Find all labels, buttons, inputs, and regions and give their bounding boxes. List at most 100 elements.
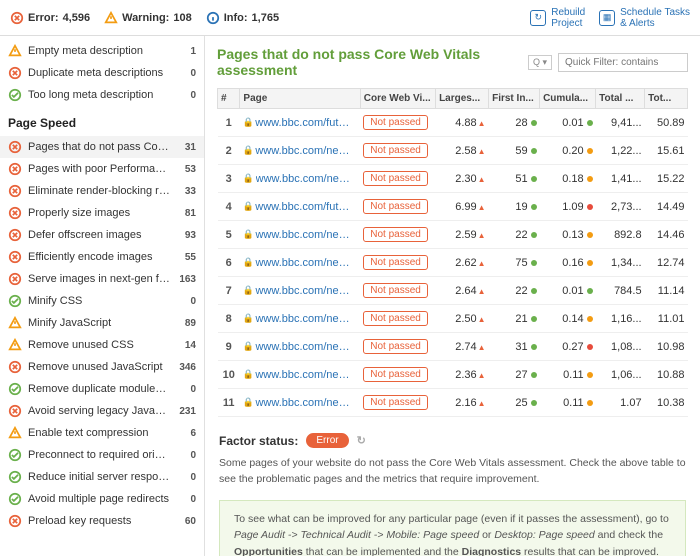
col-header[interactable]: First In... — [489, 89, 540, 109]
url-cell[interactable]: 🔒www.bbc.com/future/b... — [240, 193, 360, 221]
sidebar-item-label: Enable text compression — [28, 427, 170, 439]
sidebar-item[interactable]: Preconnect to required origins0 — [0, 444, 204, 466]
table-row[interactable]: 8 🔒www.bbc.com/news/u... Not passed 2.50… — [218, 305, 688, 333]
row-index: 5 — [218, 221, 240, 249]
url-cell[interactable]: 🔒www.bbc.com/news/u... — [240, 305, 360, 333]
table-row[interactable]: 9 🔒www.bbc.com/news/s... Not passed 2.74… — [218, 333, 688, 361]
col-header[interactable]: Tot... — [645, 89, 688, 109]
cls-cell: 0.01 — [540, 277, 596, 305]
status-dot — [531, 288, 537, 294]
sidebar-item-count: 0 — [176, 296, 196, 307]
sidebar-item[interactable]: Serve images in next-gen forma..163 — [0, 268, 204, 290]
table-row[interactable]: 7 🔒www.bbc.com/news/a... Not passed 2.64… — [218, 277, 688, 305]
sidebar-item[interactable]: Minify CSS0 — [0, 290, 204, 312]
total2-cell: 10.88 — [645, 361, 688, 389]
table-row[interactable]: 4 🔒www.bbc.com/future/b... Not passed 6.… — [218, 193, 688, 221]
table-row[interactable]: 2 🔒www.bbc.com/news/w... Not passed 2.58… — [218, 137, 688, 165]
info-icon — [206, 11, 220, 25]
cwv-cell: Not passed — [360, 221, 435, 249]
url-cell[interactable]: 🔒www.bbc.com/news/s... — [240, 249, 360, 277]
total1-cell: 1,41... — [596, 165, 645, 193]
status-dot — [531, 260, 537, 266]
col-header[interactable]: Total ... — [596, 89, 645, 109]
stat-warning[interactable]: Warning:108 — [104, 11, 192, 25]
sidebar-item[interactable]: Too long meta description0 — [0, 84, 204, 106]
sidebar-item-label: Empty meta description — [28, 45, 170, 57]
quick-filter-input[interactable] — [558, 53, 688, 72]
url-cell[interactable]: 🔒www.bbc.com/news/w... — [240, 361, 360, 389]
lcp-cell: 2.62▲ — [436, 249, 489, 277]
refresh-icon[interactable]: ↻ — [357, 434, 366, 447]
sidebar-item-count: 231 — [176, 406, 196, 417]
row-index: 8 — [218, 305, 240, 333]
warning-icon — [104, 11, 118, 25]
col-header[interactable]: Page — [240, 89, 360, 109]
sidebar-item-count: 0 — [176, 494, 196, 505]
sidebar-item[interactable]: Avoid multiple page redirects0 — [0, 488, 204, 510]
sidebar-item[interactable]: Efficiently encode images55 — [0, 246, 204, 268]
sidebar-item-count: 55 — [176, 252, 196, 263]
col-header[interactable]: Cumula... — [540, 89, 596, 109]
col-header[interactable]: # — [218, 89, 240, 109]
factor-status-heading: Factor status: Error ↻ — [219, 433, 686, 448]
sidebar-item[interactable]: Reduce initial server response time0 — [0, 466, 204, 488]
sidebar-item[interactable]: Empty meta description1 — [0, 40, 204, 62]
status-dot — [531, 232, 537, 238]
table-row[interactable]: 5 🔒www.bbc.com/news/b... Not passed 2.59… — [218, 221, 688, 249]
sidebar-item[interactable]: Remove unused CSS14 — [0, 334, 204, 356]
sidebar-item[interactable]: Eliminate render-blocking resour..33 — [0, 180, 204, 202]
table-row[interactable]: 3 🔒www.bbc.com/news/t... Not passed 2.30… — [218, 165, 688, 193]
stat-error[interactable]: Error:4,596 — [10, 11, 90, 25]
status-dot — [531, 344, 537, 350]
url-cell[interactable]: 🔒www.bbc.com/news/b... — [240, 221, 360, 249]
total1-cell: 1,22... — [596, 137, 645, 165]
cwv-cell: Not passed — [360, 109, 435, 137]
table-row[interactable]: 11 🔒www.bbc.com/news/fi... Not passed 2.… — [218, 389, 688, 417]
sidebar-item[interactable]: Minify JavaScript89 — [0, 312, 204, 334]
stat-info[interactable]: Info:1,765 — [206, 11, 279, 25]
sidebar-item[interactable]: Preload key requests60 — [0, 510, 204, 532]
row-index: 6 — [218, 249, 240, 277]
row-index: 1 — [218, 109, 240, 137]
url-cell[interactable]: 🔒www.bbc.com/future/b... — [240, 109, 360, 137]
sidebar-item[interactable]: Pages with poor Performance Sc..53 — [0, 158, 204, 180]
sidebar-item-count: 0 — [176, 68, 196, 79]
table-row[interactable]: 10 🔒www.bbc.com/news/w... Not passed 2.3… — [218, 361, 688, 389]
sidebar-item[interactable]: Enable text compression 6 — [0, 422, 204, 444]
sidebar-item-label: Remove unused CSS — [28, 339, 170, 351]
total1-cell: 784.5 — [596, 277, 645, 305]
total2-cell: 15.61 — [645, 137, 688, 165]
col-header[interactable]: Core Web Vi... — [360, 89, 435, 109]
url-cell[interactable]: 🔒www.bbc.com/news/a... — [240, 277, 360, 305]
url-cell[interactable]: 🔒www.bbc.com/news/fi... — [240, 389, 360, 417]
sidebar-item-label: Duplicate meta descriptions — [28, 67, 170, 79]
cls-cell: 1.09 — [540, 193, 596, 221]
schedule-tasks-button[interactable]: ▦ Schedule Tasks & Alerts — [599, 7, 690, 29]
sidebar-item[interactable]: Remove duplicate modules in Ja..0 — [0, 378, 204, 400]
status-dot — [531, 204, 537, 210]
total2-cell: 11.14 — [645, 277, 688, 305]
sidebar-item[interactable]: Pages that do not pass Core We...31 — [0, 136, 204, 158]
url-cell[interactable]: 🔒www.bbc.com/news/w... — [240, 137, 360, 165]
cwv-cell: Not passed — [360, 165, 435, 193]
sidebar-item[interactable]: Properly size images81 — [0, 202, 204, 224]
lock-icon: 🔒 — [243, 117, 252, 128]
sidebar-item[interactable]: Remove unused JavaScript346 — [0, 356, 204, 378]
sidebar-item-label: Remove duplicate modules in Ja.. — [28, 383, 170, 395]
table-body: 1 🔒www.bbc.com/future/b... Not passed 4.… — [218, 109, 688, 417]
sidebar[interactable]: Empty meta description1Duplicate meta de… — [0, 36, 205, 556]
sidebar-item-count: 6 — [176, 428, 196, 439]
row-index: 9 — [218, 333, 240, 361]
status-dot — [587, 260, 593, 266]
rebuild-project-button[interactable]: ↻ Rebuild Project — [530, 7, 585, 29]
sidebar-item[interactable]: Avoid serving legacy JavaScript ...231 — [0, 400, 204, 422]
table-row[interactable]: 6 🔒www.bbc.com/news/s... Not passed 2.62… — [218, 249, 688, 277]
table-row[interactable]: 1 🔒www.bbc.com/future/b... Not passed 4.… — [218, 109, 688, 137]
sidebar-item[interactable]: Duplicate meta descriptions 0 — [0, 62, 204, 84]
url-cell[interactable]: 🔒www.bbc.com/news/s... — [240, 333, 360, 361]
url-cell[interactable]: 🔒www.bbc.com/news/t... — [240, 165, 360, 193]
col-header[interactable]: Larges... — [436, 89, 489, 109]
total1-cell: 2,73... — [596, 193, 645, 221]
sidebar-item[interactable]: Defer offscreen images93 — [0, 224, 204, 246]
dropdown-small[interactable]: Q ▾ — [528, 55, 552, 70]
